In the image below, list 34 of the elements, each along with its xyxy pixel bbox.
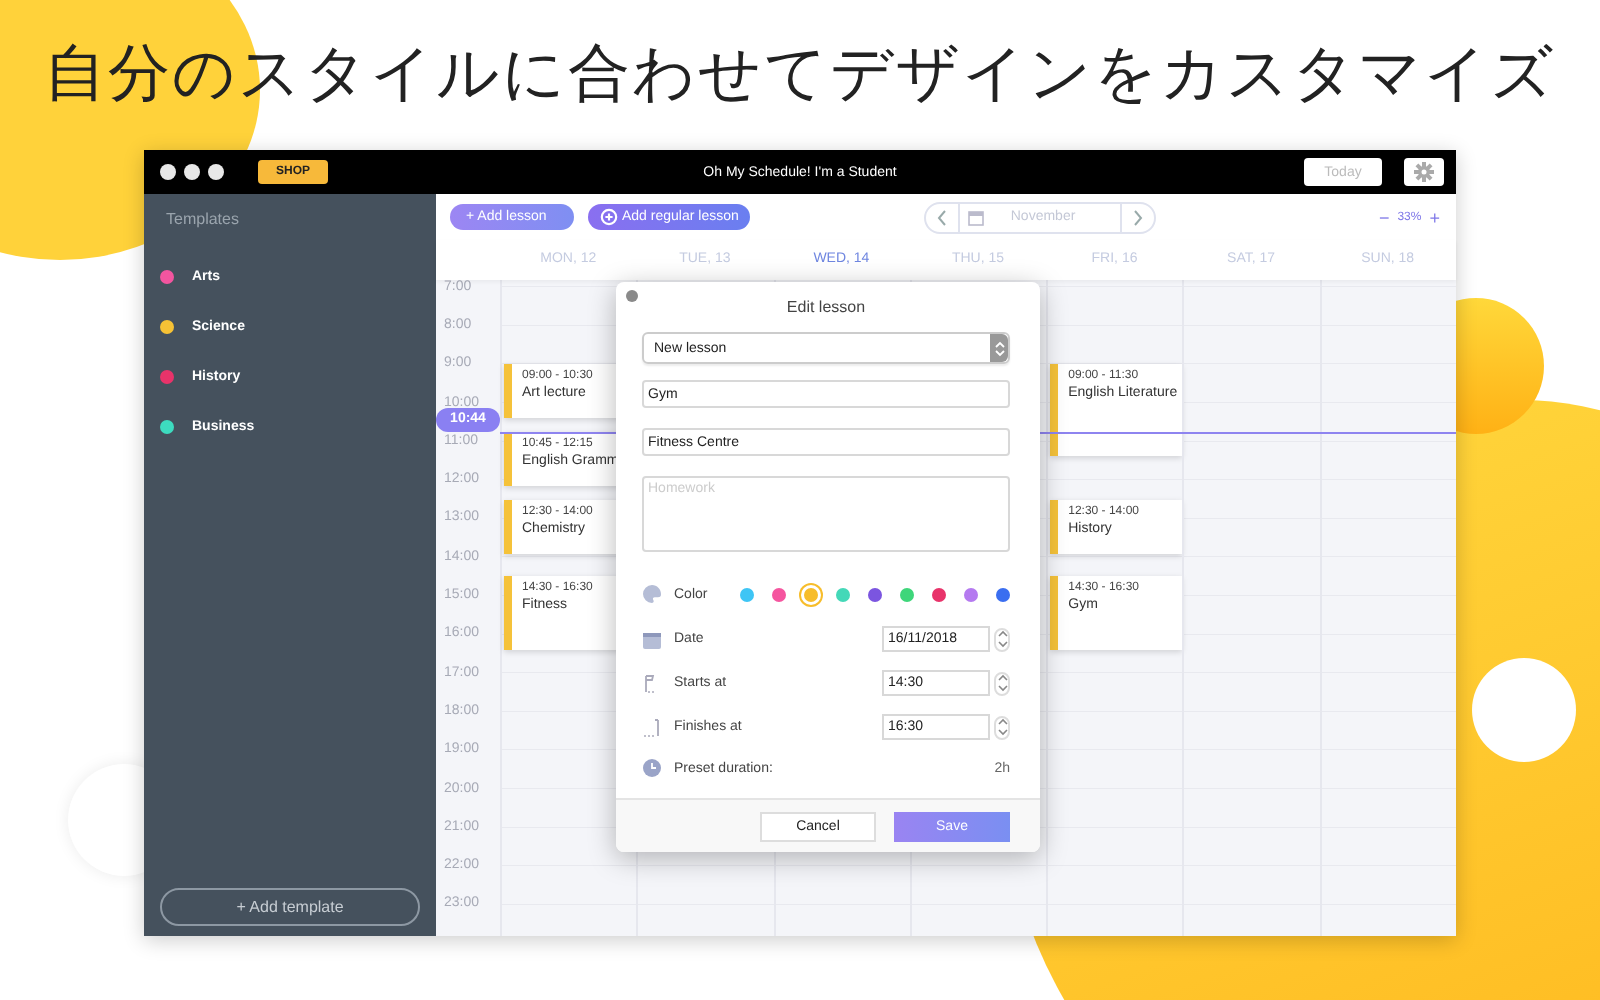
clock-icon (642, 758, 662, 778)
zoom-in-button[interactable]: + (1429, 207, 1440, 227)
color-swatch[interactable] (804, 587, 818, 601)
color-swatch[interactable] (932, 587, 946, 601)
add-template-button[interactable]: + Add template (160, 888, 420, 926)
maximize-icon[interactable] (208, 164, 224, 180)
updown-icon (993, 339, 1005, 357)
color-swatch[interactable] (868, 587, 882, 601)
color-swatch[interactable] (996, 587, 1010, 601)
color-swatch[interactable] (836, 587, 850, 601)
dialog-title: Edit lesson (784, 298, 868, 316)
updown-icon (997, 718, 1007, 736)
color-swatch[interactable] (772, 587, 786, 601)
settings-button[interactable] (1404, 158, 1444, 186)
stepper-button[interactable] (994, 715, 1010, 739)
chevron-right-icon (1132, 209, 1145, 225)
settings-icon (1414, 162, 1434, 182)
minimize-icon[interactable] (184, 164, 200, 180)
palette-icon (642, 584, 662, 604)
stepper-button[interactable] (994, 627, 1010, 651)
chevron-left-icon (936, 209, 949, 225)
color-swatch[interactable] (964, 587, 978, 601)
sidebar-heading: Templates (166, 210, 241, 228)
repeat-plus-icon (600, 208, 618, 226)
flag-icon (642, 717, 662, 737)
calendar-icon (642, 629, 662, 649)
close-icon[interactable] (160, 164, 176, 180)
stepper-button[interactable] (994, 671, 1010, 695)
calendar-icon (968, 209, 985, 225)
updown-icon (997, 674, 1007, 692)
color-swatch[interactable] (740, 587, 754, 601)
color-swatch[interactable] (900, 587, 914, 601)
updown-icon (997, 630, 1007, 648)
zoom-out-button[interactable]: − (1378, 207, 1390, 227)
